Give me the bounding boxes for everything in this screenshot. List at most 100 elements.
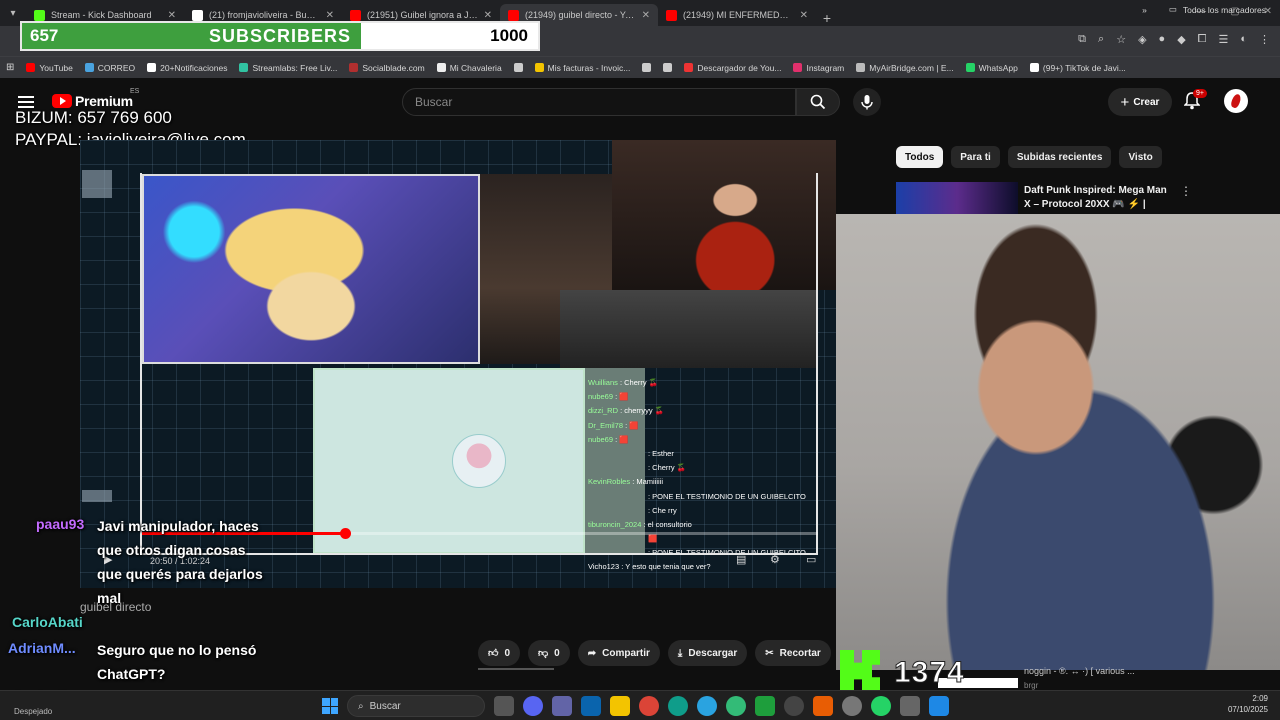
bookmark-item[interactable] xyxy=(513,63,523,72)
settings-gear-icon[interactable]: ⚙ xyxy=(770,553,780,566)
tab-favicon-icon xyxy=(508,9,519,21)
bookmark-favicon-icon xyxy=(642,63,652,72)
channel-name[interactable]: guibel directo xyxy=(80,600,151,614)
taskbar-search-input[interactable]: ⌕ Buscar xyxy=(347,695,485,717)
tab-close-icon[interactable]: ✕ xyxy=(168,10,176,21)
mini-player-subtitle: brgr xyxy=(1024,681,1039,690)
inner-chat-text: Mamiiiiii xyxy=(636,477,664,487)
search-button[interactable] xyxy=(796,88,840,116)
microphone-icon xyxy=(861,95,873,110)
discord-icon[interactable] xyxy=(523,696,543,716)
bookmark-item[interactable] xyxy=(642,63,652,72)
task-view-icon[interactable] xyxy=(494,696,514,716)
bookmark-item[interactable]: WhatsApp xyxy=(965,63,1018,73)
app-icon[interactable] xyxy=(755,696,775,716)
telegram-icon[interactable] xyxy=(697,696,717,716)
tab-close-icon[interactable]: ✕ xyxy=(484,10,492,21)
extension-icon[interactable]: ◈ xyxy=(1138,33,1146,46)
bookmark-star-icon[interactable]: ☆ xyxy=(1116,33,1126,46)
video-streamer-camera xyxy=(142,174,480,364)
tab-close-icon[interactable]: ✕ xyxy=(800,10,808,21)
extensions-puzzle-icon[interactable]: ⧠ xyxy=(1198,33,1207,46)
dislike-button[interactable]: 👎︎ 0 xyxy=(528,640,570,666)
subtitles-icon[interactable]: ▤ xyxy=(736,553,746,566)
stream-chat-username: AdrianM... xyxy=(8,640,76,656)
video-scrubber-handle[interactable] xyxy=(339,528,351,539)
recommended-video-thumbnail[interactable] xyxy=(896,182,1018,216)
filter-chip[interactable]: Subidas recientes xyxy=(1007,146,1112,168)
reading-list-icon[interactable]: ☰ xyxy=(1218,33,1228,46)
extension-icon[interactable]: ◆ xyxy=(1177,33,1185,46)
tab-favicon-icon xyxy=(350,9,361,21)
stream-chat-username: CarloAbati xyxy=(12,614,83,630)
whatsapp-icon[interactable] xyxy=(871,696,891,716)
bookmark-item[interactable] xyxy=(663,63,673,72)
browser-icon[interactable] xyxy=(726,696,746,716)
voice-search-button[interactable] xyxy=(853,88,881,116)
teams-icon[interactable] xyxy=(552,696,572,716)
search-input[interactable]: Buscar xyxy=(402,88,796,116)
share-button[interactable]: ➦ Compartir xyxy=(577,640,660,666)
bookmark-item[interactable]: Socialblade.com xyxy=(349,63,425,73)
profile-icon[interactable]: ◐ xyxy=(1240,33,1247,46)
recommended-more-icon[interactable]: ⋮ xyxy=(1180,184,1192,198)
bookmark-item[interactable]: Descargador de You... xyxy=(684,63,781,73)
outlook-icon[interactable] xyxy=(581,696,601,716)
bookmark-item[interactable]: Mis facturas - Invoic... xyxy=(534,63,630,73)
zoom-icon[interactable]: ⌕ xyxy=(1098,33,1104,46)
youtube-logo[interactable]: Premium xyxy=(52,93,133,109)
apps-grid-icon[interactable]: ⊞ xyxy=(6,62,14,73)
install-icon[interactable]: ⧉ xyxy=(1078,33,1086,46)
video-inner-chat-bottom: Vicho123 : Y esto que tenia que ver? xyxy=(588,562,711,571)
bookmark-item[interactable]: Mi Chavaleria xyxy=(436,63,502,73)
bookmark-item[interactable]: (99+) TikTok de Javi... xyxy=(1029,63,1126,73)
edge-icon[interactable] xyxy=(668,696,688,716)
obs-icon[interactable] xyxy=(784,696,804,716)
download-button[interactable]: ⤓ Descargar xyxy=(667,640,748,666)
account-avatar[interactable] xyxy=(1224,89,1248,113)
app-icon[interactable] xyxy=(813,696,833,716)
inner-chat-text: 🟥 xyxy=(648,534,658,544)
bookmark-item[interactable]: MyAirBridge.com | E... xyxy=(856,63,954,73)
all-bookmarks-link[interactable]: Todos los marcadores xyxy=(1183,5,1266,15)
filter-chip[interactable]: Visto xyxy=(1119,146,1162,168)
clip-button[interactable]: ✂ Recortar xyxy=(755,640,831,666)
taskbar-clock[interactable]: 2:09 07/10/2025 xyxy=(1228,693,1268,715)
bookmark-favicon-icon xyxy=(26,63,36,72)
download-label: Descargar xyxy=(688,647,738,659)
mini-player-title[interactable]: noggin - ®. ↔ ·) [ various ... xyxy=(1024,666,1135,676)
theater-mode-icon[interactable]: ▭ xyxy=(806,553,816,566)
new-tab-button[interactable]: + xyxy=(816,10,838,26)
bookmarks-more-button[interactable]: » xyxy=(1142,5,1147,15)
clock-time: 2:09 xyxy=(1252,694,1268,703)
tab-close-icon[interactable]: ✕ xyxy=(642,10,650,21)
bookmark-item[interactable]: Instagram xyxy=(793,63,844,73)
weather-text: Despejado xyxy=(14,707,53,716)
create-label: Crear xyxy=(1133,96,1160,108)
inner-chat-text: 🟥 xyxy=(619,392,629,402)
filter-chip[interactable]: Todos xyxy=(896,146,944,168)
app-icon[interactable] xyxy=(900,696,920,716)
app-icon[interactable] xyxy=(842,696,862,716)
app-icon[interactable] xyxy=(929,696,949,716)
tab-close-icon[interactable]: ✕ xyxy=(326,10,334,21)
create-button[interactable]: + Crear xyxy=(1108,88,1172,116)
hamburger-menu-icon[interactable] xyxy=(18,96,34,108)
browser-tab[interactable]: (21949) MI ENFERMEDAD ME H ✕ xyxy=(658,4,816,26)
menu-kebab-icon[interactable]: ⋮ xyxy=(1259,33,1270,46)
bookmark-favicon-icon xyxy=(349,63,359,72)
tab-favicon-icon xyxy=(666,9,677,21)
extension-icon[interactable]: ● xyxy=(1159,33,1166,46)
windows-start-icon[interactable] xyxy=(322,698,338,714)
file-explorer-icon[interactable] xyxy=(610,696,630,716)
video-guest-camera-lower xyxy=(560,290,818,368)
thumbs-down-icon: 👎︎ xyxy=(538,648,549,659)
filter-chip[interactable]: Para ti xyxy=(951,146,1000,168)
like-button[interactable]: 👍︎ 0 xyxy=(478,640,521,666)
bookmark-item[interactable]: CORREO xyxy=(84,63,135,73)
bookmark-item[interactable]: YouTube xyxy=(26,63,73,73)
bookmark-item[interactable]: 20+Notificaciones xyxy=(147,63,227,73)
bookmark-item[interactable]: Streamlabs: Free Liv... xyxy=(239,63,337,73)
bookmarks-bar: ⊞ YouTube CORREO 20+Notificaciones Streamla… xyxy=(0,56,1280,78)
chrome-icon[interactable] xyxy=(639,696,659,716)
